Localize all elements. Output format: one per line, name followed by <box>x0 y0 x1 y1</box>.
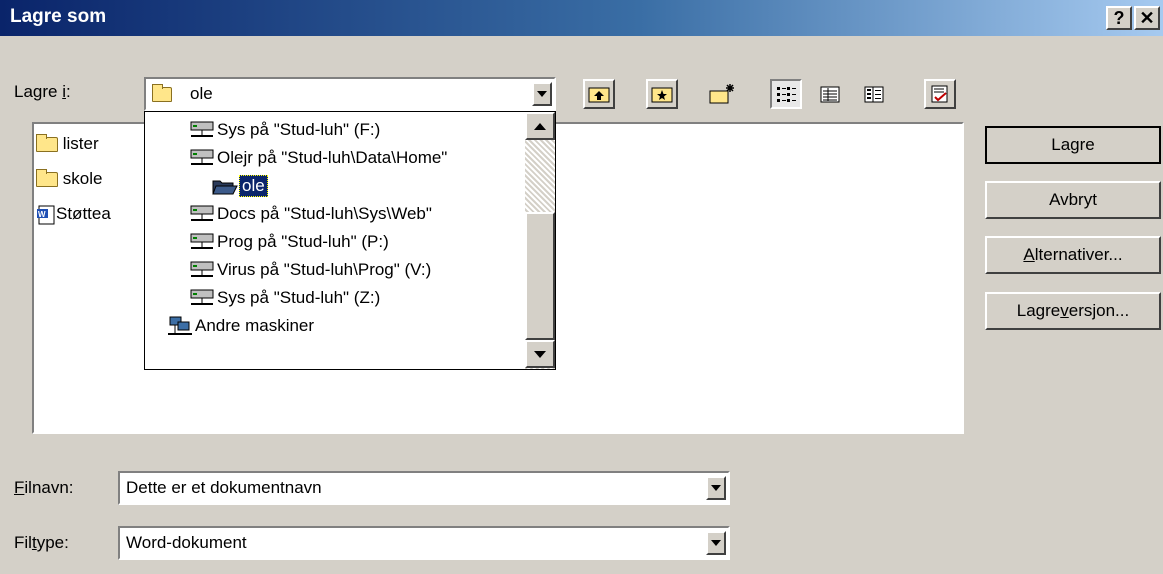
filetype-dropdown-button[interactable] <box>706 531 726 555</box>
filetype-select[interactable]: Word-dokument <box>118 526 730 560</box>
network-drive-icon <box>190 121 214 137</box>
help-button[interactable]: ? <box>1106 6 1132 30</box>
svg-text:W: W <box>38 210 46 219</box>
network-drive-icon <box>190 261 214 277</box>
dropdown-scrollbar[interactable] <box>525 112 555 369</box>
options-button[interactable]: Alternativer... <box>985 236 1161 274</box>
arrow-down-icon <box>534 350 546 358</box>
title-bar <box>0 0 1163 36</box>
properties-view-icon <box>864 86 884 103</box>
chevron-down-icon <box>711 540 721 546</box>
filetype-value: Word-dokument <box>126 533 247 552</box>
up-folder-icon <box>588 87 610 103</box>
commands-settings-icon <box>931 85 948 103</box>
scroll-up-button[interactable] <box>525 112 555 140</box>
folder-icon <box>152 84 172 102</box>
network-drive-icon <box>190 289 214 305</box>
list-item[interactable]: Sys på "Stud-luh" (F:) <box>189 116 380 144</box>
new-folder-icon <box>709 84 734 104</box>
save-in-value: ole <box>190 84 213 103</box>
scroll-down-button[interactable] <box>525 340 555 368</box>
details-view-button[interactable] <box>814 79 846 109</box>
list-view-icon <box>777 87 796 102</box>
save-in-dropdown-list[interactable]: Sys på "Stud-luh" (F:) Olejr på "Stud-lu… <box>144 111 556 370</box>
filename-input[interactable]: Dette er et dokumentnavn <box>118 471 730 505</box>
list-item[interactable]: Prog på "Stud-luh" (P:) <box>189 228 389 256</box>
list-item[interactable]: Sys på "Stud-luh" (Z:) <box>189 284 380 312</box>
list-view-button[interactable] <box>770 79 802 109</box>
favorites-button[interactable] <box>646 79 678 109</box>
folder-icon <box>36 134 58 153</box>
up-one-level-button[interactable] <box>583 79 615 109</box>
save-in-label: Lagre i: <box>14 82 71 101</box>
chevron-down-icon <box>711 485 721 491</box>
cancel-button[interactable]: Avbryt <box>985 181 1161 219</box>
details-view-icon <box>820 86 840 103</box>
filename-dropdown-button[interactable] <box>706 476 726 500</box>
save-in-dropdown-button[interactable] <box>532 82 552 106</box>
filename-value: Dette er et dokumentnavn <box>126 478 322 497</box>
list-item[interactable]: lister <box>36 134 99 154</box>
commands-button[interactable] <box>924 79 956 109</box>
save-button[interactable]: La g re <box>985 126 1161 164</box>
list-item[interactable]: Olejr på "Stud-luh\Data\Home" <box>189 144 447 172</box>
chevron-down-icon <box>537 91 547 97</box>
scroll-thumb[interactable] <box>525 212 555 340</box>
filetype-label: Filtype: <box>14 533 69 552</box>
network-drive-icon <box>190 205 214 221</box>
list-item[interactable]: skole <box>36 169 102 189</box>
network-drive-icon <box>190 233 214 249</box>
favorites-folder-icon <box>651 87 673 103</box>
network-neighborhood-icon <box>168 316 192 335</box>
list-item-selected[interactable]: ole <box>211 172 268 200</box>
list-item[interactable]: Virus på "Stud-luh\Prog" (V:) <box>189 256 431 284</box>
new-folder-button[interactable] <box>706 79 738 109</box>
word-document-icon: W <box>37 205 55 225</box>
filename-label: Filnavn: <box>14 478 74 497</box>
folder-icon <box>36 169 58 188</box>
close-button[interactable]: ✕ <box>1134 6 1160 30</box>
list-item[interactable]: W Støttea <box>36 204 111 225</box>
list-item[interactable]: Docs på "Stud-luh\Sys\Web" <box>189 200 432 228</box>
properties-view-button[interactable] <box>858 79 890 109</box>
open-folder-icon <box>212 180 238 195</box>
save-version-button[interactable]: Lagre v ersjon... <box>985 292 1161 330</box>
network-drive-icon <box>190 149 214 165</box>
save-in-combobox[interactable]: ole <box>144 77 556 111</box>
list-item[interactable]: Andre maskiner <box>167 312 314 340</box>
arrow-up-icon <box>534 122 546 130</box>
window-title: Lagre som <box>10 6 107 27</box>
